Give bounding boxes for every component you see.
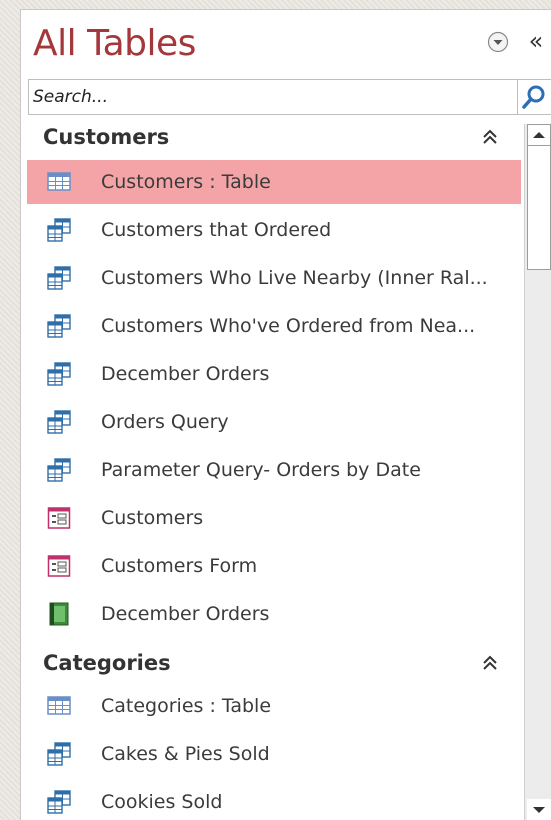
list-item-label: Customers Form bbox=[101, 555, 258, 577]
list-item[interactable]: Orders Query bbox=[27, 400, 521, 444]
table-icon bbox=[47, 694, 71, 718]
list-item[interactable]: Cakes & Pies Sold bbox=[27, 732, 521, 776]
arrow-up-icon bbox=[533, 132, 545, 138]
scroll-thumb[interactable] bbox=[527, 146, 551, 270]
search-box bbox=[28, 79, 551, 117]
group-label: Categories bbox=[43, 651, 171, 675]
list-item-label: Customers Who Live Nearby (Inner Ral... bbox=[101, 267, 488, 289]
query-icon bbox=[47, 458, 71, 482]
list-item-label: Categories : Table bbox=[101, 695, 272, 717]
list-item[interactable]: Customers Who've Ordered from Nea... bbox=[27, 304, 521, 348]
report-icon bbox=[47, 602, 71, 626]
list-item-customers-table[interactable]: Customers : Table bbox=[27, 160, 521, 204]
collapse-pane-button[interactable]: « bbox=[523, 27, 549, 55]
list-item[interactable]: Customers Form bbox=[27, 544, 521, 588]
list-item-label: Cakes & Pies Sold bbox=[101, 743, 270, 765]
chevron-circle-down-icon[interactable] bbox=[487, 31, 509, 53]
query-icon bbox=[47, 314, 71, 338]
query-icon bbox=[47, 790, 71, 814]
list-item[interactable]: Categories : Table bbox=[27, 684, 521, 728]
vertical-scrollbar[interactable] bbox=[524, 124, 551, 820]
list-item[interactable]: Customers Who Live Nearby (Inner Ral... bbox=[27, 256, 521, 300]
double-chevron-up-icon[interactable] bbox=[479, 126, 501, 148]
list-item[interactable]: Customers that Ordered bbox=[27, 208, 521, 252]
table-icon bbox=[47, 170, 71, 194]
list-item[interactable]: December Orders bbox=[27, 352, 521, 396]
list-item-label: December Orders bbox=[101, 603, 270, 625]
query-icon bbox=[47, 266, 71, 290]
list-item[interactable]: Cookies Sold bbox=[27, 780, 521, 820]
arrow-down-icon bbox=[533, 807, 545, 813]
group-header-customers[interactable]: Customers bbox=[21, 120, 523, 154]
pane-title[interactable]: All Tables bbox=[33, 22, 196, 66]
list-item-label: Customers Who've Ordered from Nea... bbox=[101, 315, 476, 337]
list-item[interactable]: December Orders bbox=[27, 592, 521, 636]
search-input[interactable] bbox=[28, 79, 518, 115]
query-icon bbox=[47, 362, 71, 386]
search-button[interactable] bbox=[518, 79, 551, 115]
list-item-label: Orders Query bbox=[101, 411, 229, 433]
query-icon bbox=[47, 218, 71, 242]
form-icon bbox=[47, 554, 71, 578]
group-label: Customers bbox=[43, 125, 170, 149]
search-icon bbox=[522, 85, 545, 109]
list-item[interactable]: Customers bbox=[27, 496, 521, 540]
query-icon bbox=[47, 742, 71, 766]
scroll-up-button[interactable] bbox=[527, 124, 551, 146]
list-item-label: Customers bbox=[101, 507, 204, 529]
navigation-pane: All Tables « Customers bbox=[20, 9, 551, 820]
list-item[interactable]: Parameter Query- Orders by Date bbox=[27, 448, 521, 492]
list-item-label: Cookies Sold bbox=[101, 791, 223, 813]
group-header-categories[interactable]: Categories bbox=[21, 646, 523, 680]
query-icon bbox=[47, 410, 71, 434]
list-item-label: Customers : Table bbox=[101, 171, 271, 193]
list-item-label: Customers that Ordered bbox=[101, 219, 332, 241]
list-item-label: December Orders bbox=[101, 363, 270, 385]
list-item-label: Parameter Query- Orders by Date bbox=[101, 459, 421, 481]
scroll-down-button[interactable] bbox=[527, 799, 551, 820]
object-list: Customers Customers : Table Customers th… bbox=[21, 120, 523, 820]
pane-header: All Tables « bbox=[21, 10, 551, 74]
double-chevron-up-icon[interactable] bbox=[479, 652, 501, 674]
form-icon bbox=[47, 506, 71, 530]
